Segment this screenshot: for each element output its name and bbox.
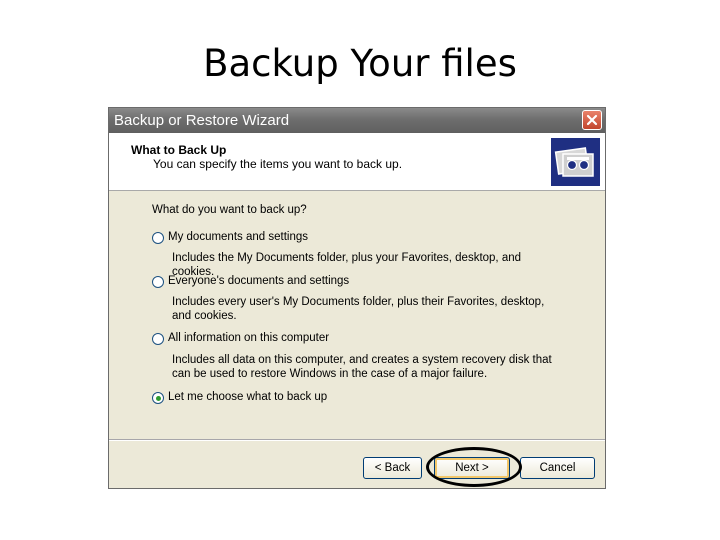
option-label: All information on this computer <box>168 332 330 344</box>
slide-title: Backup Your files <box>203 42 517 85</box>
title-bar[interactable]: Backup or Restore Wizard <box>109 108 605 133</box>
option-description: Includes all data on this computer, and … <box>172 354 552 380</box>
cancel-button[interactable]: Cancel <box>520 457 595 479</box>
option-label: My documents and settings <box>168 231 308 243</box>
wizard-header: What to Back Up You can specify the item… <box>109 133 605 191</box>
option-label: Everyone's documents and settings <box>168 275 350 287</box>
header-title: What to Back Up <box>131 143 227 157</box>
radio-button[interactable] <box>152 232 164 244</box>
option-label: Let me choose what to back up <box>168 391 328 403</box>
radio-button[interactable] <box>152 276 164 288</box>
radio-button[interactable] <box>152 333 164 345</box>
wizard-window: Backup or Restore Wizard What to Back Up… <box>108 107 606 489</box>
option-description: Includes every user's My Documents folde… <box>172 296 545 322</box>
next-button-highlight-ellipse <box>426 447 522 487</box>
close-button[interactable] <box>582 110 602 130</box>
back-button[interactable]: < Back <box>363 457 422 479</box>
radio-button-selected[interactable] <box>152 392 164 404</box>
radio-selected-dot <box>155 395 161 401</box>
close-icon <box>586 114 598 126</box>
separator <box>109 439 605 441</box>
question-label: What do you want to back up? <box>152 204 307 216</box>
window-title: Backup or Restore Wizard <box>114 112 290 129</box>
backup-tape-icon <box>551 138 600 186</box>
header-subtitle: You can specify the items you want to ba… <box>153 157 403 171</box>
